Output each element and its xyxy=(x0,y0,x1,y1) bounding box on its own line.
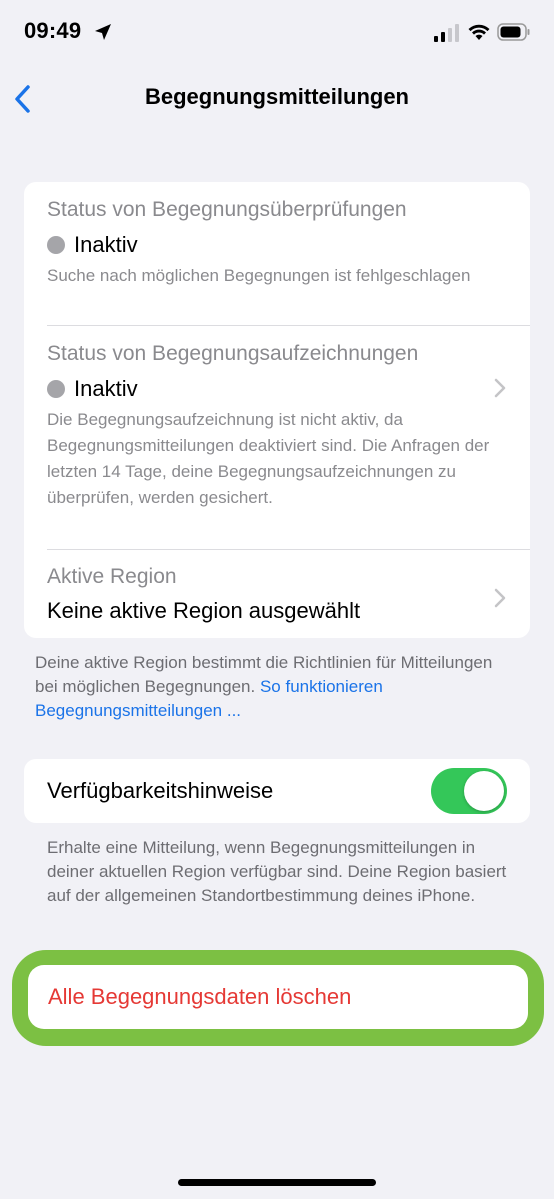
status-card: Status von Begegnungsüberprüfungen Inakt… xyxy=(24,182,530,638)
recordings-status-description: Die Begegnungsaufzeichnung ist nicht akt… xyxy=(47,410,490,507)
inactive-dot-icon xyxy=(47,380,65,398)
recordings-status-value: Inaktiv xyxy=(47,376,138,402)
page-title: Begegnungsmitteilungen xyxy=(145,84,409,109)
availability-card: Verfügbarkeitshinweise xyxy=(24,759,530,823)
checks-status-label: Status von Begegnungsüberprüfungen xyxy=(47,198,407,221)
availability-toggle[interactable] xyxy=(431,768,507,814)
delete-all-data-button[interactable]: Alle Begegnungsdaten löschen xyxy=(28,965,528,1029)
toggle-knob xyxy=(464,771,504,811)
checks-status-row: Status von Begegnungsüberprüfungen Inakt… xyxy=(24,182,530,325)
navigation-bar: Begegnungsmitteilungen xyxy=(0,70,554,126)
cellular-signal-icon xyxy=(434,24,459,42)
checks-status-description: Suche nach möglichen Begegnungen ist feh… xyxy=(47,266,471,285)
availability-label: Verfügbarkeitshinweise xyxy=(47,778,274,803)
status-time: 09:49 xyxy=(24,18,82,43)
recordings-status-text: Inaktiv xyxy=(74,376,138,401)
delete-all-data-label: Alle Begegnungsdaten löschen xyxy=(48,984,352,1009)
home-indicator[interactable] xyxy=(178,1179,376,1186)
checks-status-value: Inaktiv xyxy=(47,232,138,258)
recordings-status-row[interactable]: Status von Begegnungsaufzeichnungen Inak… xyxy=(24,326,530,549)
battery-icon xyxy=(497,23,530,41)
status-bar: 09:49 xyxy=(0,0,554,70)
availability-footnote: Erhalte eine Mitteilung, wenn Begegnungs… xyxy=(47,838,507,905)
recordings-status-label: Status von Begegnungsaufzeichnungen xyxy=(47,342,419,365)
active-region-label: Aktive Region xyxy=(47,565,177,588)
active-region-value: Keine aktive Region ausgewählt xyxy=(47,598,361,623)
wifi-icon xyxy=(468,24,490,40)
chevron-right-icon xyxy=(494,588,506,608)
delete-highlight: Alle Begegnungsdaten löschen xyxy=(12,950,544,1046)
chevron-right-icon xyxy=(494,378,506,398)
region-footnote: Deine aktive Region bestimmt die Richtli… xyxy=(35,651,505,723)
active-region-row[interactable]: Aktive Region Keine aktive Region ausgew… xyxy=(24,550,530,638)
inactive-dot-icon xyxy=(47,236,65,254)
location-arrow-icon xyxy=(95,24,111,40)
checks-status-text: Inaktiv xyxy=(74,232,138,257)
